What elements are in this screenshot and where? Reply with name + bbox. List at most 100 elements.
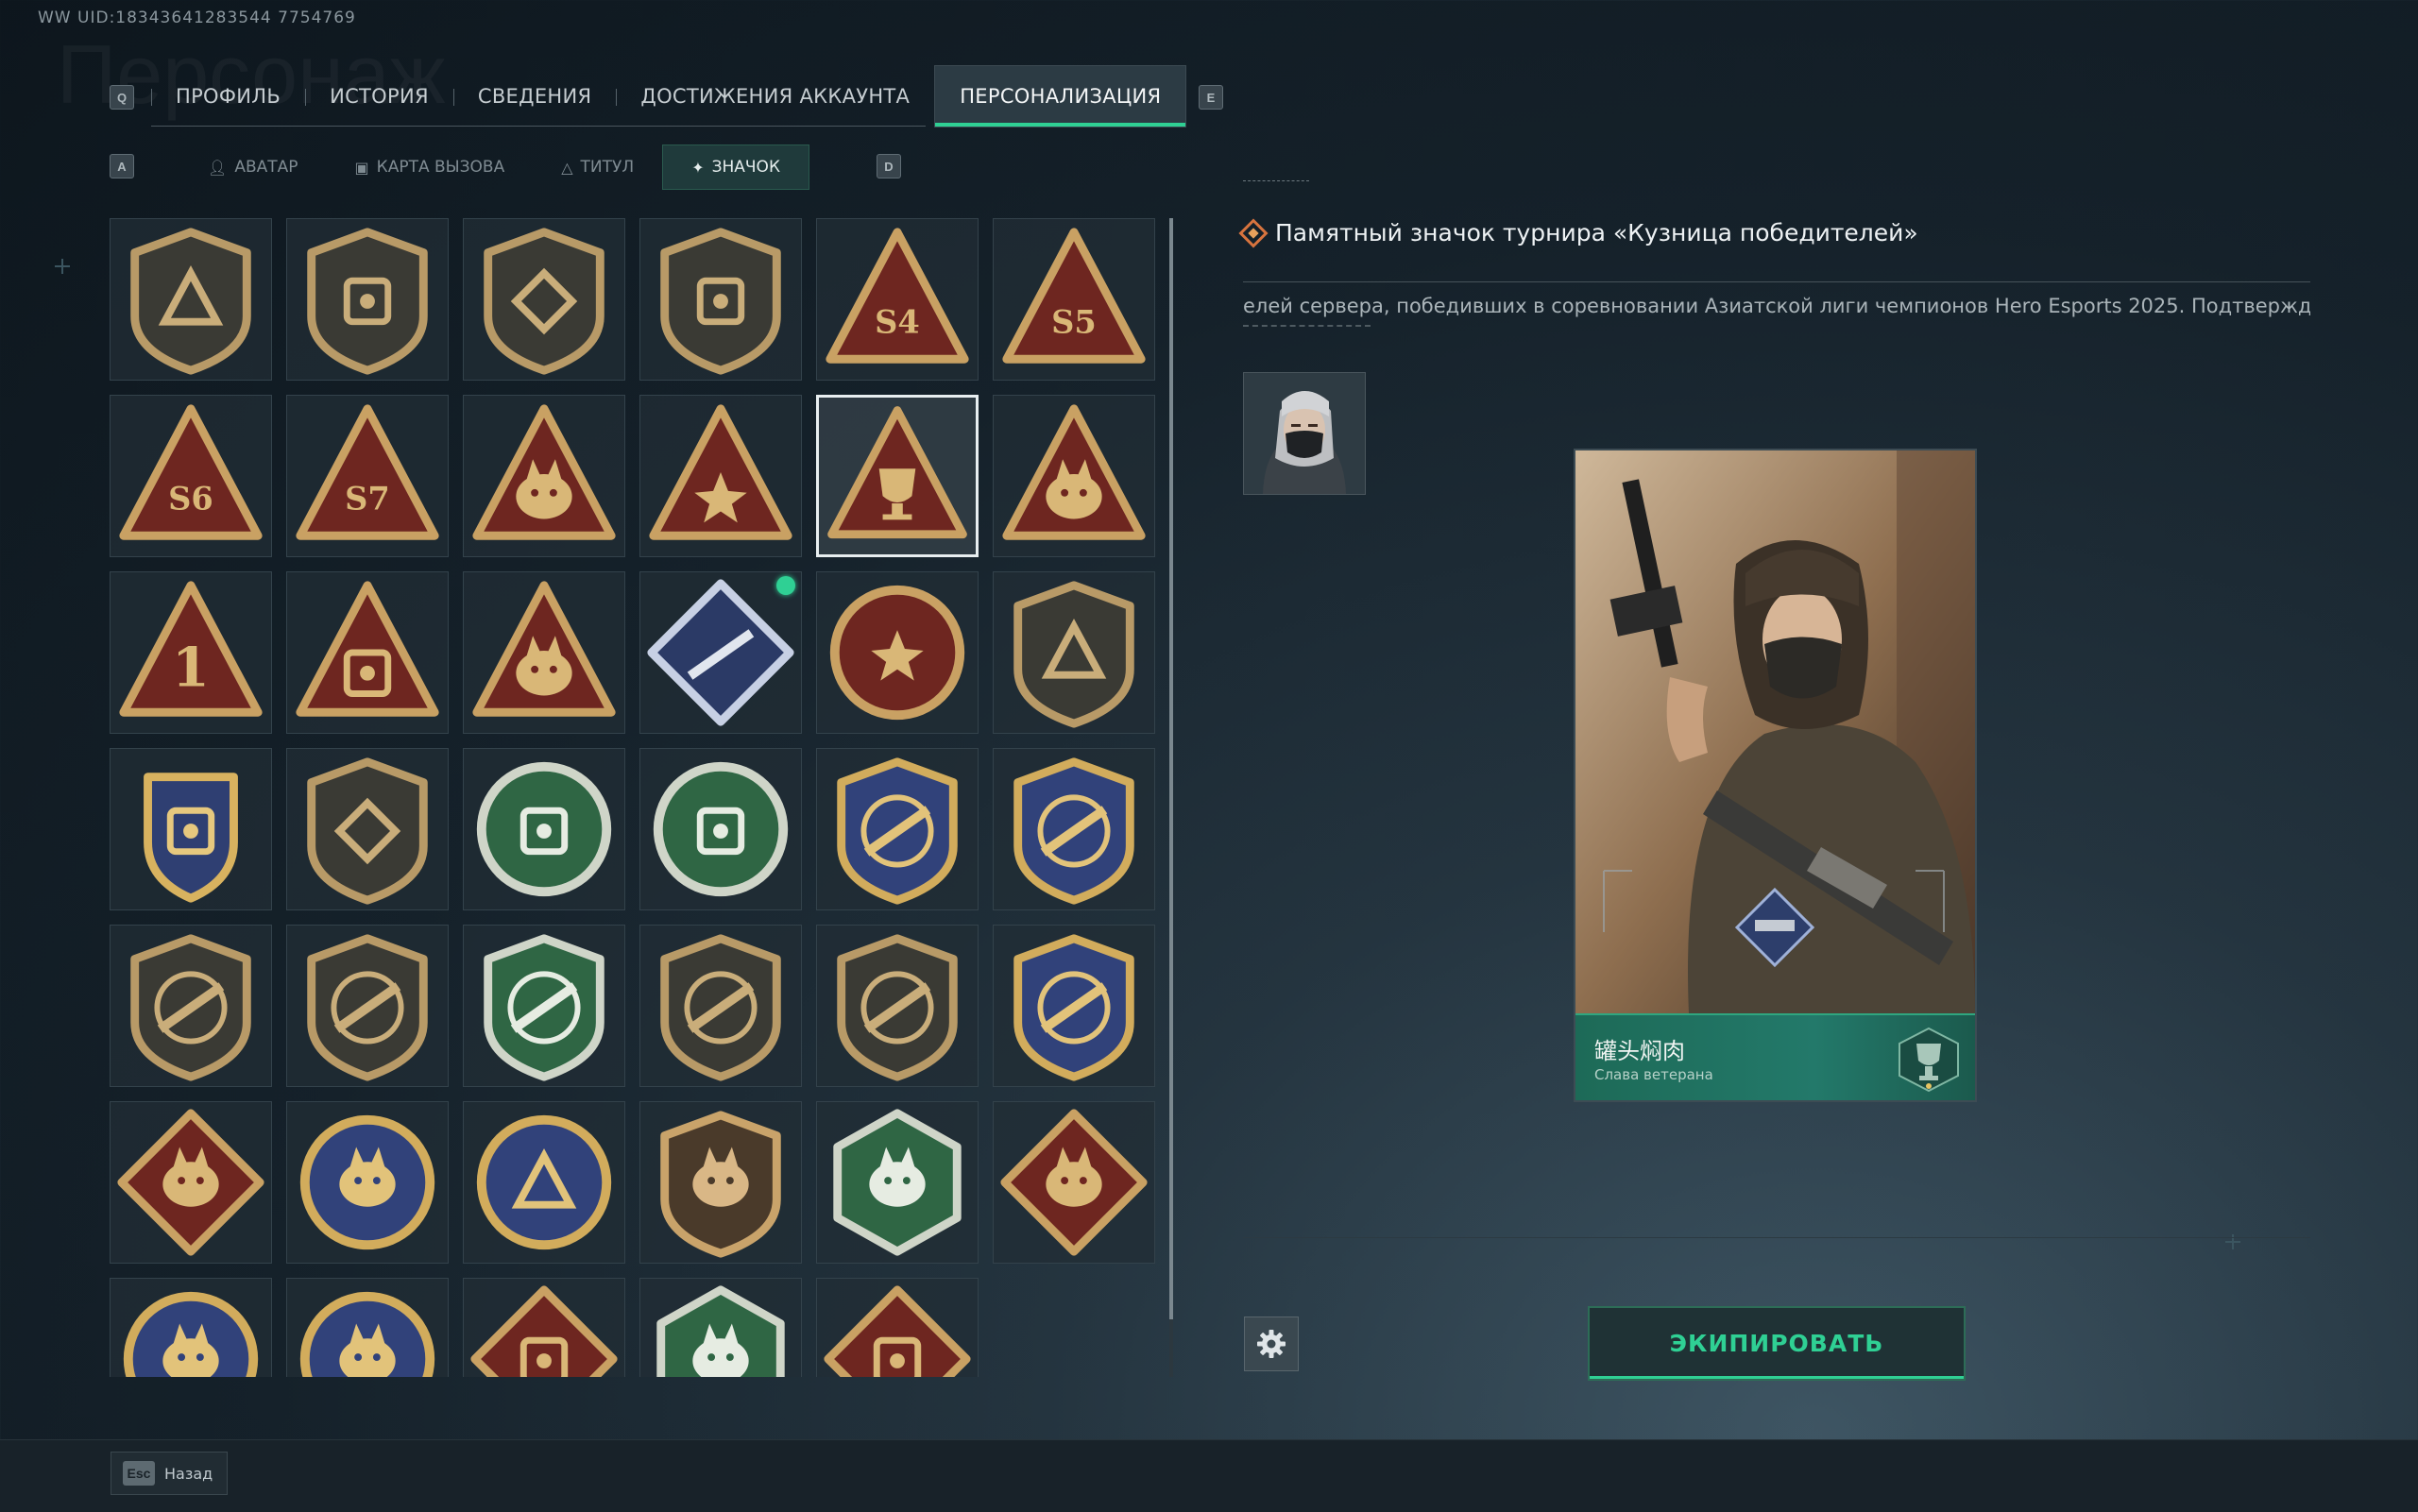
badge-cell[interactable] [639,1278,802,1377]
badge-cell[interactable] [463,1101,625,1264]
badge-cell[interactable] [286,925,449,1087]
badge-S4-icon: S4 [826,228,969,364]
calling-card-preview: 罐头焖肉 Слава ветерана [1574,449,1977,1102]
badge-cell[interactable] [993,925,1155,1087]
scrollbar-thumb[interactable] [1169,218,1173,1319]
tab-history[interactable]: ИСТОРИЯ [305,66,453,127]
badge-star-icon [829,585,965,721]
badge-skull-icon [472,404,616,540]
badge-cell[interactable] [110,218,272,381]
badge-cell[interactable] [639,925,802,1087]
badge-hornet-icon [833,1109,962,1256]
tab-info[interactable]: СВЕДЕНИЯ [452,66,617,127]
badge-tank-icon [653,761,789,897]
badge-dagger-icon [660,228,781,375]
badge-S5-icon: S5 [1002,228,1146,364]
badge-assault-rifle-icon [307,934,428,1081]
badge-cell[interactable] [110,925,272,1087]
badge-cell[interactable]: S7 [286,395,449,557]
trophy-emblem-icon [1899,1027,1959,1093]
card-portrait [1575,450,1975,1013]
tab-account-achievements[interactable]: ДОСТИЖЕНИЯ АККАУНТА [616,66,934,127]
badge-cell[interactable] [463,1278,625,1377]
subtab-badge[interactable]: ✦ ЗНАЧОК [662,144,810,190]
badge-cell[interactable]: S6 [110,395,272,557]
badge-target-icon [476,761,612,897]
badge-rifle-icon [837,757,958,905]
badge-cell[interactable] [110,1101,272,1264]
card-subtitle: Слава ветерана [1594,1066,1713,1083]
svg-text:S6: S6 [168,480,213,518]
gear-icon [1257,1330,1286,1358]
badge-trophy-icon [827,406,967,539]
badge-cell[interactable] [463,395,625,557]
badge-cell[interactable] [816,395,979,557]
badge-cell[interactable] [993,395,1155,557]
decorative-dashes [1243,180,1309,184]
equip-button[interactable]: ЭКИПИРОВАТЬ [1588,1306,1966,1381]
badge-wreath-icon [144,773,238,903]
badge-cell[interactable] [110,748,272,910]
bottom-bar [0,1439,2418,1512]
back-button[interactable]: Esc Назад [111,1452,228,1495]
badge-S7-icon: S7 [296,404,439,540]
hotkey-q: Q [110,85,134,110]
subtab-title[interactable]: △ ТИТУЛ [533,145,662,189]
badge-usb-icon [296,581,439,717]
badge-description: елей сервера, победивших в соревновании … [1243,295,2310,317]
badge-figure-icon [472,581,616,717]
badge-cell[interactable] [816,748,979,910]
hotkey-a: A [110,154,134,178]
subtab-avatar[interactable]: 👤︎ АВАТАР [179,145,327,189]
badge-cell[interactable] [993,748,1155,910]
badge-cell[interactable] [463,748,625,910]
badge-dragon-icon [1000,1109,1148,1256]
person-icon: 👤︎ [208,158,228,177]
badge-cell[interactable]: S5 [993,218,1155,381]
badge-cell[interactable] [286,748,449,910]
badge-cell[interactable] [993,1101,1155,1264]
badge-cell[interactable] [639,571,802,734]
badge-cell[interactable] [639,1101,802,1264]
uid-label: WW UID:18343641283544 7754769 [38,8,356,27]
badge-cell[interactable] [639,218,802,381]
tab-personalization[interactable]: ПЕРСОНАЛИЗАЦИЯ [934,65,1187,127]
badge-grid: S4 S5 S6 S7 1 [110,218,1158,1377]
badge-cell[interactable] [463,218,625,381]
divider [1243,281,2310,282]
hotkey-d: D [877,154,901,178]
badge-wolf-icon [299,1291,435,1377]
badge-cell[interactable] [286,1278,449,1377]
badge-cell[interactable] [463,925,625,1087]
badge-title: Памятный значок турнира «Кузница победит… [1275,219,1918,246]
badge-cell[interactable]: S4 [816,218,979,381]
badge-cell[interactable] [110,1278,272,1377]
triangle-icon: △ [561,158,573,177]
badge-cell[interactable] [286,1101,449,1264]
badge-cell[interactable] [993,571,1155,734]
badge-cell[interactable] [639,748,802,910]
svg-text:S5: S5 [1051,303,1097,341]
badge-wings-icon [1002,404,1146,540]
svg-text:S4: S4 [875,303,920,341]
badge-S6-icon: S6 [119,404,263,540]
tab-profile[interactable]: ПРОФИЛЬ [151,66,305,127]
rarity-diamond-icon [1238,217,1269,248]
badge-cell[interactable] [286,218,449,381]
badge-cell[interactable] [816,925,979,1087]
badge-sniper-icon [660,934,781,1081]
subtab-calling-card[interactable]: ▣ КАРТА ВЫЗОВА [327,145,534,189]
badge-cell[interactable] [463,571,625,734]
card-icon: ▣ [354,158,369,177]
badge-cell[interactable] [816,1278,979,1377]
card-footer: 罐头焖肉 Слава ветерана [1575,1013,1975,1100]
badge-cell[interactable] [816,1101,979,1264]
badge-cell[interactable] [286,571,449,734]
badge-arrow-icon [476,1114,612,1250]
badge-cell[interactable] [816,571,979,734]
badge-gem-icon [307,757,428,905]
tab-bar-underline [151,126,926,127]
badge-cell[interactable]: 1 [110,571,272,734]
badge-cell[interactable] [639,395,802,557]
settings-button[interactable] [1244,1317,1299,1371]
